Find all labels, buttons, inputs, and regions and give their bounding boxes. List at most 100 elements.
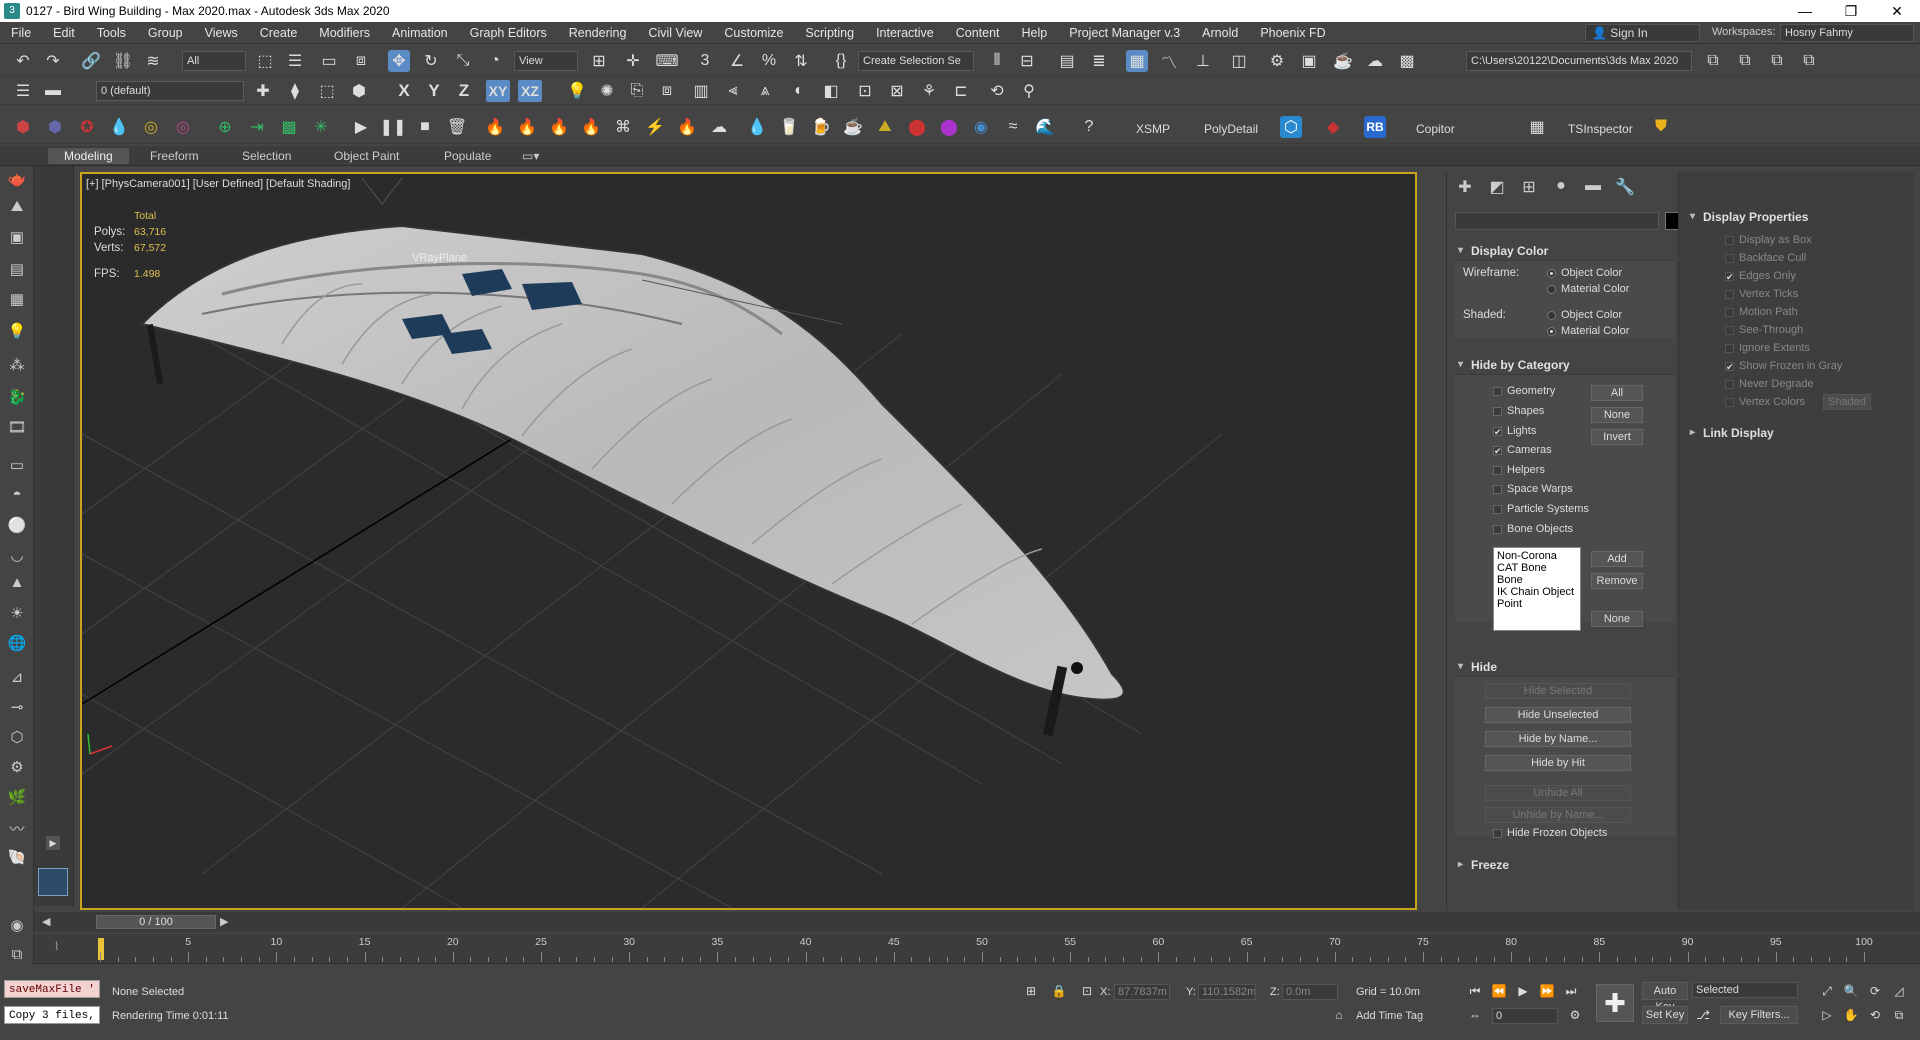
wireframe-material-color-radio[interactable]: Material Color	[1547, 283, 1629, 295]
category-list[interactable]: Non-Corona CAT Bone Bone IK Chain Object…	[1493, 547, 1581, 631]
hide-selected-button[interactable]: Hide Selected	[1485, 683, 1631, 699]
plugin-drop-icon[interactable]: 💧	[108, 116, 130, 138]
unlink-icon[interactable]: ⛓	[112, 50, 134, 72]
water-icon-2[interactable]: 🥛	[778, 116, 800, 138]
copitor-button[interactable]: Copitor	[1416, 122, 1455, 136]
default-in-out-tangents-icon[interactable]: ⎇	[1694, 1006, 1712, 1024]
bulb-icon[interactable]: ⚲	[1018, 80, 1040, 102]
panel-icon[interactable]: ▤	[5, 260, 29, 282]
plugin-purple-icon[interactable]: ⬤	[938, 116, 960, 138]
wireframe-object-color-radio[interactable]: Object Color	[1547, 267, 1622, 279]
material-editor-icon[interactable]: ◫	[1228, 50, 1250, 72]
bird-wing-model[interactable]	[140, 224, 1125, 737]
motion-path-checkbox[interactable]: Motion Path	[1725, 306, 1798, 318]
phoenix-fire-icon[interactable]: 🔥	[676, 116, 698, 138]
menu-modifiers[interactable]: Modifiers	[308, 26, 381, 40]
dragon-icon[interactable]: 🐉	[5, 388, 29, 410]
trash-icon[interactable]: 🗑	[446, 116, 468, 138]
select-object-icon[interactable]: ⬚	[254, 50, 276, 72]
shaded-object-color-radio[interactable]: Object Color	[1547, 309, 1622, 321]
ribbon-options-icon[interactable]: ▭▾	[522, 148, 539, 164]
menu-edit[interactable]: Edit	[42, 26, 86, 40]
ignore-extents-checkbox[interactable]: Ignore Extents	[1725, 342, 1810, 354]
place-highlight-icon[interactable]: ◐	[788, 80, 810, 102]
plugin-cube-blue-icon[interactable]: ⬢	[44, 116, 66, 138]
menu-phoenix-fd[interactable]: Phoenix FD	[1249, 26, 1336, 40]
render-production-icon[interactable]: ☕	[1332, 50, 1354, 72]
modify-tab-icon[interactable]: ◩	[1485, 177, 1509, 199]
sun-position-icon[interactable]: ✺	[596, 80, 618, 102]
help-icon[interactable]: ?	[1078, 116, 1100, 138]
keyboard-shortcut-override-icon[interactable]: ⌨	[655, 50, 678, 72]
align-view-icon[interactable]: ⊡	[854, 80, 876, 102]
current-frame-marker[interactable]	[98, 938, 104, 960]
rectangular-selection-icon[interactable]: ▭	[318, 50, 340, 72]
vertex-colors-checkbox[interactable]: Vertex Colors	[1725, 396, 1805, 408]
pyramid-icon[interactable]: ▲	[5, 574, 29, 596]
utilities-tab-icon[interactable]: 🔧	[1613, 177, 1637, 199]
fire-icon-3[interactable]: 🔥	[548, 116, 570, 138]
phoenix-sim-icon-1[interactable]: ⌘	[612, 116, 634, 138]
category-geometry-checkbox[interactable]: Geometry	[1493, 385, 1555, 397]
backface-cull-checkbox[interactable]: Backface Cull	[1725, 252, 1806, 264]
unhide-all-button[interactable]: Unhide All	[1485, 785, 1631, 801]
viewport-perspective[interactable]: [+] [PhysCamera001] [User Defined] [Defa…	[80, 172, 1417, 910]
hide-by-hit-button[interactable]: Hide by Hit	[1485, 755, 1631, 771]
plant-icon[interactable]: 🌿	[5, 788, 29, 810]
never-degrade-checkbox[interactable]: Never Degrade	[1725, 378, 1814, 390]
constrain-xy-button[interactable]: XY	[486, 80, 510, 102]
menu-customize[interactable]: Customize	[713, 26, 794, 40]
create-tab-icon[interactable]: ✚	[1453, 177, 1477, 199]
hide-by-name-button[interactable]: Hide by Name...	[1485, 731, 1631, 747]
plugin-diamond-icon[interactable]: ◆	[1322, 116, 1344, 138]
spacing-tool-icon[interactable]: ▥	[690, 80, 712, 102]
plugin-star-red-icon[interactable]: ✪	[76, 116, 98, 138]
teapot-icon[interactable]: 🫖	[5, 170, 29, 192]
go-to-end-icon[interactable]: ⏭	[1562, 982, 1580, 1000]
table-icon[interactable]: ▦	[5, 290, 29, 312]
globe-icon[interactable]: 🌐	[5, 634, 29, 656]
selection-filter-select[interactable]: All	[182, 51, 246, 71]
ribbon-tab-freeform[interactable]: Freeform	[150, 148, 199, 164]
sun-icon[interactable]: ☀	[5, 604, 29, 626]
display-tab-icon[interactable]: ▬	[1581, 177, 1605, 199]
vertex-colors-shaded-button[interactable]: Shaded	[1823, 394, 1871, 410]
selection-lock-icon[interactable]: 🔒	[1050, 982, 1068, 1000]
display-as-box-checkbox[interactable]: Display as Box	[1725, 234, 1812, 246]
category-space-warps-checkbox[interactable]: Space Warps	[1493, 483, 1573, 495]
xsmp-button[interactable]: XSMP	[1136, 122, 1170, 136]
plugin-red-icon[interactable]: ⬤	[906, 116, 928, 138]
snapshot-icon[interactable]: ⎘	[626, 80, 648, 102]
list-item[interactable]: Bone	[1497, 574, 1577, 586]
unhide-by-name-button[interactable]: Unhide by Name...	[1485, 807, 1631, 823]
layer-explorer-icon[interactable]: ≣	[1088, 50, 1110, 72]
render-in-cloud-icon[interactable]: ☁	[1364, 50, 1386, 72]
bowl-icon[interactable]: ◡	[5, 546, 29, 568]
add-time-tag-button[interactable]: Add Time Tag	[1356, 1010, 1423, 1022]
shaded-material-color-radio[interactable]: Material Color	[1547, 325, 1629, 337]
stairs-icon[interactable]: ⊿	[5, 668, 29, 690]
category-add-button[interactable]: Add	[1591, 551, 1643, 567]
array-icon[interactable]: ⧈	[656, 80, 678, 102]
category-bone-objects-checkbox[interactable]: Bone Objects	[1493, 523, 1573, 535]
time-tag-icon[interactable]: ⌂	[1330, 1006, 1348, 1024]
freeze-rollout[interactable]: Freeze	[1455, 856, 1675, 874]
menu-scripting[interactable]: Scripting	[794, 26, 865, 40]
menu-rendering[interactable]: Rendering	[558, 26, 638, 40]
close-button[interactable]: ✕	[1874, 0, 1920, 22]
category-all-button[interactable]: All	[1591, 385, 1643, 401]
menu-graph-editors[interactable]: Graph Editors	[459, 26, 558, 40]
set-key-big-icon[interactable]: ✚	[1596, 984, 1634, 1022]
hide-by-category-rollout[interactable]: Hide by Category	[1455, 356, 1675, 374]
time-slider-thumb[interactable]: 0 / 100	[96, 915, 216, 929]
isolate-icon[interactable]: ⚘	[918, 80, 940, 102]
list-item[interactable]: Non-Corona	[1497, 550, 1577, 562]
hair-icon[interactable]: 〰	[5, 818, 29, 840]
plugin-ring-pink-icon[interactable]: ◎	[172, 116, 194, 138]
align-icon[interactable]: ⊟	[1016, 50, 1038, 72]
cone-icon[interactable]: ⛰	[5, 198, 29, 220]
category-invert-button[interactable]: Invert	[1591, 429, 1643, 445]
gear-icon[interactable]: ⚙	[5, 758, 29, 780]
category-shapes-checkbox[interactable]: Shapes	[1493, 405, 1544, 417]
menu-create[interactable]: Create	[249, 26, 309, 40]
